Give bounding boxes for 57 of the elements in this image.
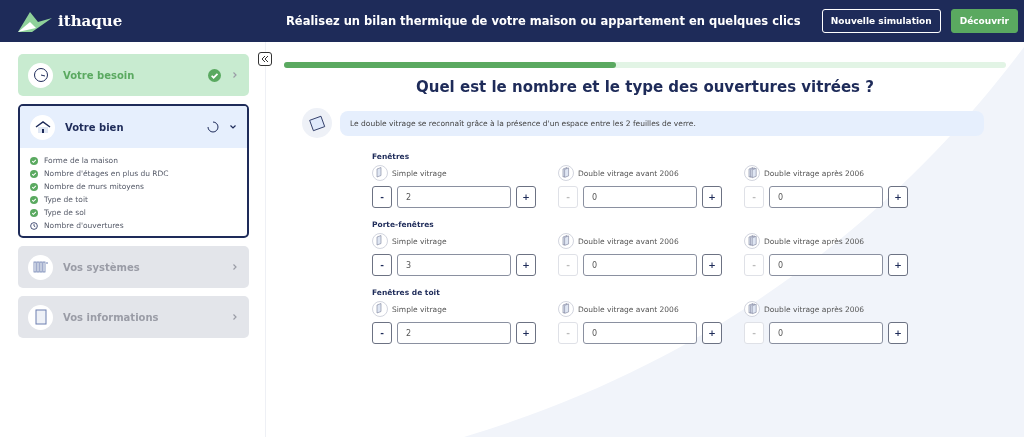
count-field[interactable]: 0	[769, 254, 883, 276]
check-icon	[30, 169, 38, 178]
count-field[interactable]: 0	[583, 254, 697, 276]
glass-pane-icon	[744, 233, 760, 249]
glass-pane-icon	[744, 165, 760, 181]
plus-button[interactable]: +	[516, 186, 536, 208]
chevron-down-icon	[229, 123, 237, 131]
count-field[interactable]: 0	[769, 322, 883, 344]
glass-pane-icon	[558, 301, 574, 317]
chevron-right-icon	[231, 263, 239, 271]
house-icon	[34, 120, 51, 134]
radiator-icon	[32, 260, 49, 274]
chevron-right-icon	[231, 71, 239, 79]
question-title: Quel est le nombre et le type des ouvertures vitrées ?	[415, 78, 875, 96]
step-label: Votre besoin	[63, 69, 136, 81]
check-icon	[30, 195, 38, 204]
minus-button[interactable]: -	[372, 186, 392, 208]
step-label: Vos systèmes	[63, 261, 141, 273]
count-field[interactable]: 0	[583, 186, 697, 208]
new-simulation-button[interactable]: Nouvelle simulation	[821, 9, 941, 33]
clock-icon	[30, 221, 38, 230]
plus-button[interactable]: +	[702, 186, 722, 208]
glass-pane-icon	[558, 233, 574, 249]
plus-button[interactable]: +	[888, 186, 908, 208]
step-label: Vos informations	[63, 311, 160, 323]
plus-button[interactable]: +	[888, 322, 908, 344]
plus-button[interactable]: +	[702, 254, 722, 276]
glass-pane-icon	[372, 301, 388, 317]
glass-pane-icon	[558, 165, 574, 181]
glass-pane-icon	[372, 165, 388, 181]
count-field[interactable]: 0	[769, 186, 883, 208]
gauge-icon	[32, 67, 49, 83]
plus-button[interactable]: +	[516, 254, 536, 276]
count-field[interactable]: 2	[397, 322, 511, 344]
check-icon	[30, 156, 38, 165]
glass-pane-icon	[744, 301, 760, 317]
chevron-right-icon	[231, 313, 239, 321]
glass-pane-icon	[372, 233, 388, 249]
step-label: Votre bien	[65, 121, 125, 133]
header-title: Réalisez un bilan thermique de votre maison ou appartement en quelques clics	[286, 14, 802, 28]
check-icon	[30, 208, 38, 217]
count-field[interactable]: 3	[397, 254, 511, 276]
plus-button[interactable]: +	[702, 322, 722, 344]
minus-button[interactable]: -	[372, 254, 392, 276]
check-icon	[30, 182, 38, 191]
notepad-icon	[308, 114, 326, 132]
collapse-button[interactable]	[258, 52, 272, 66]
document-icon	[34, 309, 47, 325]
minus-button[interactable]: -	[372, 322, 392, 344]
double-chevron-icon	[261, 55, 269, 63]
logo-text: ithaque	[58, 12, 123, 30]
count-field[interactable]: 2	[397, 186, 511, 208]
count-field[interactable]: 0	[583, 322, 697, 344]
plus-button[interactable]: +	[888, 254, 908, 276]
spinner-icon	[207, 121, 219, 133]
plus-button[interactable]: +	[516, 322, 536, 344]
check-icon	[208, 68, 221, 82]
